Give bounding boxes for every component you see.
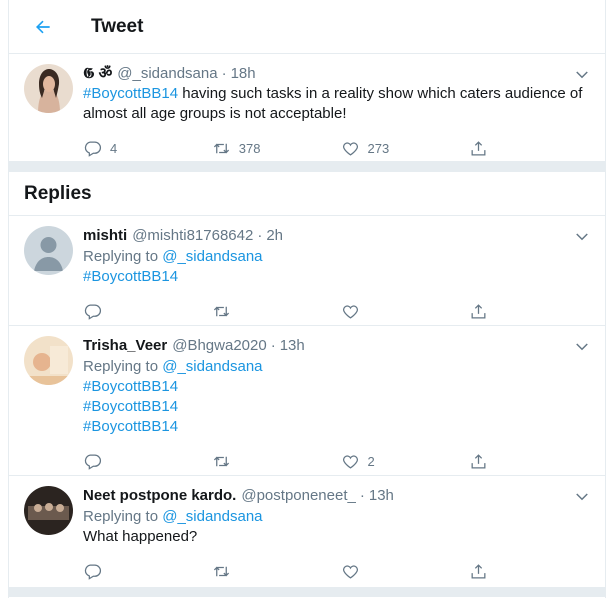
- tweet-text: #BoycottBB14 having such tasks in a real…: [83, 85, 583, 122]
- reply-tweet[interactable]: Trisha_Veer @Bhgwa2020 · 13h Replying to…: [9, 326, 605, 476]
- retweet-button[interactable]: 378: [204, 139, 333, 158]
- author-name[interactable]: Trisha_Veer: [83, 336, 167, 356]
- share-icon: [471, 563, 486, 578]
- share-icon: [471, 303, 486, 318]
- chevron-down-icon[interactable]: [573, 66, 591, 84]
- retweet-icon: [213, 456, 229, 466]
- tweet-time[interactable]: 13h: [369, 486, 394, 506]
- reply-count: 4: [110, 140, 118, 156]
- tweet-actions: [75, 551, 590, 591]
- reply-icon: [84, 454, 101, 470]
- like-icon: [342, 564, 358, 579]
- replying-to: Replying to @_sidandsana: [83, 248, 263, 265]
- tweet-text: What happened?: [83, 528, 198, 545]
- mention-link[interactable]: @_sidandsana: [162, 508, 262, 525]
- reply-button[interactable]: [75, 302, 204, 321]
- share-icon: [471, 140, 486, 155]
- chevron-down-icon[interactable]: [573, 228, 591, 246]
- page-title: Tweet: [91, 15, 144, 37]
- hashtag-link[interactable]: #BoycottBB14: [83, 397, 590, 417]
- tweet-actions: [75, 291, 590, 331]
- like-count: 273: [367, 140, 390, 156]
- reply-button[interactable]: 4: [75, 139, 204, 158]
- chevron-down-icon[interactable]: [573, 338, 591, 356]
- retweet-icon: [213, 306, 229, 316]
- author-handle[interactable]: @_sidandsana: [117, 64, 217, 84]
- like-button[interactable]: [333, 302, 462, 321]
- like-button[interactable]: [333, 562, 462, 581]
- retweet-button[interactable]: [204, 562, 333, 581]
- share-button[interactable]: [461, 139, 590, 158]
- hashtag-link[interactable]: #BoycottBB14: [83, 85, 178, 102]
- reply-icon: [84, 304, 101, 320]
- author-name[interactable]: 𝕲 ॐ: [83, 64, 112, 84]
- like-icon: [342, 304, 358, 319]
- avatar[interactable]: [24, 336, 73, 385]
- tweet-time[interactable]: 2h: [266, 226, 283, 246]
- back-button[interactable]: [23, 7, 63, 47]
- share-icon: [471, 453, 486, 468]
- retweet-button[interactable]: [204, 452, 333, 471]
- author-handle[interactable]: @mishti81768642: [132, 226, 253, 246]
- retweet-count: 378: [238, 140, 261, 156]
- replying-to: Replying to @_sidandsana: [83, 358, 263, 375]
- replies-heading: Replies: [9, 172, 605, 216]
- author-handle[interactable]: @postponeneet_: [241, 486, 356, 506]
- chevron-down-icon[interactable]: [573, 488, 591, 506]
- like-icon: [342, 141, 358, 156]
- reply-tweet[interactable]: Neet postpone kardo. @postponeneet_ · 13…: [9, 476, 605, 587]
- author-handle[interactable]: @Bhgwa2020: [172, 336, 266, 356]
- reply-button[interactable]: [75, 452, 204, 471]
- retweet-icon: [213, 143, 229, 153]
- main-tweet[interactable]: 𝕲 ॐ @_sidandsana · 18h #BoycottBB14 havi…: [9, 54, 605, 162]
- reply-tweet[interactable]: mishti @mishti81768642 · 2h Replying to …: [9, 216, 605, 326]
- hashtag-link[interactable]: #BoycottBB14: [83, 267, 590, 287]
- like-button[interactable]: 2: [333, 452, 462, 471]
- tweet-actions: 2: [75, 441, 590, 481]
- like-icon: [342, 454, 358, 469]
- avatar[interactable]: [24, 64, 73, 113]
- share-button[interactable]: [461, 562, 590, 581]
- mention-link[interactable]: @_sidandsana: [162, 248, 262, 265]
- hashtag-link[interactable]: #BoycottBB14: [83, 377, 590, 397]
- page-header: Tweet: [9, 0, 605, 54]
- tweet-actions: 4 378 273: [75, 128, 590, 168]
- tweet-time[interactable]: 13h: [280, 336, 305, 356]
- avatar[interactable]: [24, 226, 73, 275]
- back-arrow-icon: [36, 20, 50, 33]
- replying-to: Replying to @_sidandsana: [83, 508, 263, 525]
- like-count: 2: [367, 453, 375, 469]
- tweet-time[interactable]: 18h: [231, 64, 256, 84]
- tweet-page: Tweet 𝕲 ॐ @_sidandsana · 18h #BoycottBB1…: [8, 0, 606, 598]
- hashtag-link[interactable]: #BoycottBB14: [83, 417, 590, 437]
- reply-icon: [84, 564, 101, 580]
- retweet-icon: [213, 566, 229, 576]
- retweet-button[interactable]: [204, 302, 333, 321]
- share-button[interactable]: [461, 452, 590, 471]
- avatar[interactable]: [24, 486, 73, 535]
- mention-link[interactable]: @_sidandsana: [162, 358, 262, 375]
- reply-button[interactable]: [75, 562, 204, 581]
- like-button[interactable]: 273: [333, 139, 462, 158]
- author-name[interactable]: mishti: [83, 226, 127, 246]
- author-name[interactable]: Neet postpone kardo.: [83, 486, 236, 506]
- reply-icon: [84, 141, 101, 157]
- share-button[interactable]: [461, 302, 590, 321]
